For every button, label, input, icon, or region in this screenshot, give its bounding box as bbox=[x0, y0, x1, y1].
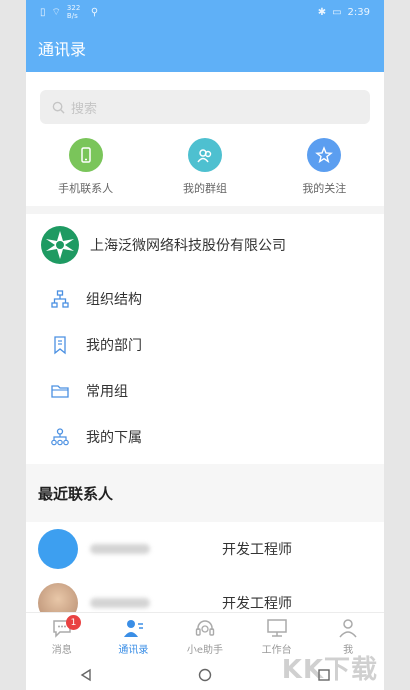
contact-job: 开发工程师 bbox=[222, 542, 292, 558]
person-icon bbox=[339, 618, 357, 637]
contact-name-blurred bbox=[90, 598, 150, 608]
quick-phone-contacts[interactable]: 手机联系人 bbox=[36, 138, 136, 196]
menu-org-structure[interactable]: 组织结构 bbox=[26, 276, 384, 322]
phone-screen: ▯ ⌔ 322 B/s ⚲ ✱ ▭ 2:39 通讯录 搜索 手机联系人 我的群组… bbox=[26, 0, 384, 690]
tab-contacts[interactable]: 通讯录 bbox=[98, 613, 170, 660]
contact-row[interactable]: 开发工程师 bbox=[26, 522, 384, 576]
section-title: 最近联系人 bbox=[38, 484, 114, 503]
menu-label: 常用组 bbox=[86, 384, 128, 400]
company-name: 上海泛微网络科技股份有限公司 bbox=[90, 238, 286, 254]
search-container: 搜索 bbox=[26, 72, 384, 134]
menu-common-groups[interactable]: 常用组 bbox=[26, 368, 384, 414]
signal-icon: ⌔ bbox=[51, 6, 61, 18]
star-icon bbox=[307, 138, 342, 172]
home-icon[interactable] bbox=[198, 668, 212, 682]
tab-messages[interactable]: 1 消息 bbox=[26, 613, 98, 660]
bluetooth-icon: ✱ bbox=[317, 6, 327, 18]
title-bar: 通讯录 bbox=[26, 24, 384, 72]
avatar bbox=[38, 529, 78, 569]
phone-icon bbox=[68, 138, 103, 172]
menu-my-department[interactable]: 我的部门 bbox=[26, 322, 384, 368]
search-input[interactable]: 搜索 bbox=[40, 90, 370, 124]
quick-label: 手机联系人 bbox=[58, 182, 114, 195]
battery-icon: ▭ bbox=[332, 6, 342, 18]
status-bar: ▯ ⌔ 322 B/s ⚲ ✱ ▭ 2:39 bbox=[26, 0, 384, 24]
page-title: 通讯录 bbox=[38, 40, 87, 59]
company-item[interactable]: 上海泛微网络科技股份有限公司 bbox=[26, 214, 384, 276]
contact-name-blurred bbox=[90, 544, 150, 554]
tab-label: 通讯录 bbox=[118, 644, 149, 656]
tab-assistant[interactable]: 小e助手 bbox=[169, 613, 241, 660]
contact-job: 开发工程师 bbox=[222, 596, 292, 612]
menu-label: 组织结构 bbox=[86, 292, 142, 308]
search-icon bbox=[52, 101, 65, 114]
tab-label: 消息 bbox=[51, 644, 72, 656]
menu-label: 我的部门 bbox=[86, 338, 142, 354]
back-icon[interactable] bbox=[79, 668, 93, 682]
bookmark-icon bbox=[54, 336, 66, 355]
menu-label: 我的下属 bbox=[86, 430, 142, 446]
wifi-icon: ⚲ bbox=[90, 6, 99, 18]
menu-my-subordinates[interactable]: 我的下属 bbox=[26, 414, 384, 460]
status-time: 2:39 bbox=[347, 6, 370, 18]
contacts-icon bbox=[124, 619, 144, 637]
sim-icon: ▯ bbox=[40, 6, 46, 18]
quick-label: 我的关注 bbox=[302, 182, 347, 195]
tab-label: 小e助手 bbox=[186, 644, 224, 656]
watermark: KK下载 bbox=[281, 655, 378, 685]
subordinates-icon bbox=[51, 428, 69, 446]
group-icon bbox=[187, 138, 222, 172]
network-speed: 322 B/s bbox=[66, 4, 81, 20]
headset-icon bbox=[195, 619, 215, 636]
folder-icon bbox=[51, 385, 69, 398]
recent-contacts-header: 最近联系人 bbox=[26, 464, 384, 522]
search-placeholder: 搜索 bbox=[71, 101, 98, 117]
divider bbox=[26, 206, 384, 214]
company-logo bbox=[41, 226, 79, 264]
quick-actions: 手机联系人 我的群组 我的关注 bbox=[26, 134, 384, 206]
quick-my-groups[interactable]: 我的群组 bbox=[155, 138, 255, 196]
quick-my-follows[interactable]: 我的关注 bbox=[274, 138, 374, 196]
quick-label: 我的群组 bbox=[182, 182, 227, 195]
monitor-icon bbox=[266, 618, 287, 637]
unread-badge: 1 bbox=[66, 615, 81, 630]
org-structure-icon bbox=[51, 290, 69, 308]
